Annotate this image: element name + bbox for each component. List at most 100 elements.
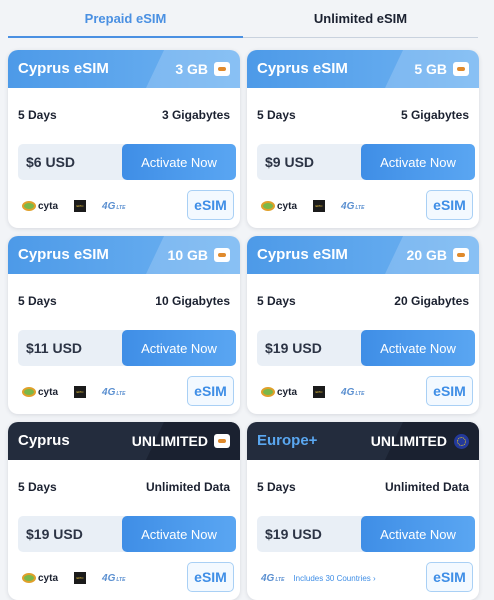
cyprus-flag-icon [453, 248, 469, 262]
plan-data-amount: 20 Gigabytes [394, 294, 469, 308]
4g-lte-logo: 4GLTE [341, 386, 365, 398]
price-box: $9 USD Activate Now [257, 144, 475, 180]
network-logos: cyta EPIC 4GLTE [261, 382, 364, 402]
plan-card: Cyprus eSIM 5 GB 5 Days 5 Gigabytes $9 U… [247, 50, 479, 228]
esim-badge: eSIM [426, 562, 473, 592]
plan-title: Cyprus [18, 432, 70, 449]
plan-size: UNLIMITED [131, 433, 208, 449]
cyprus-flag-icon [453, 62, 469, 76]
activate-now-button[interactable]: Activate Now [361, 330, 475, 366]
plan-size: UNLIMITED [370, 433, 447, 449]
plan-details: 5 Days 20 Gigabytes [257, 294, 469, 308]
plan-card: Cyprus eSIM 3 GB 5 Days 3 Gigabytes $6 U… [8, 50, 240, 228]
plan-duration: 5 Days [18, 108, 57, 122]
epic-logo: EPIC [313, 386, 326, 398]
plan-title: Cyprus eSIM [257, 246, 348, 263]
network-logos: cyta EPIC 4GLTE [261, 196, 364, 216]
plan-price: $19 USD [265, 526, 322, 542]
plan-details: 5 Days 3 Gigabytes [18, 108, 230, 122]
eu-flag-icon [454, 434, 469, 449]
plan-data-amount: 5 Gigabytes [400, 108, 469, 122]
epic-logo: EPIC [313, 200, 326, 212]
network-logos: cyta EPIC 4GLTE [22, 382, 125, 402]
plan-details: 5 Days 5 Gigabytes [257, 108, 469, 122]
plan-duration: 5 Days [257, 108, 296, 122]
4g-lte-logo: 4GLTE [102, 200, 126, 212]
price-box: $19 USD Activate Now [257, 516, 475, 552]
plan-data-amount: Unlimited Data [384, 480, 469, 494]
card-header: Cyprus eSIM 3 GB [8, 50, 240, 88]
plan-price: $9 USD [265, 154, 315, 170]
card-header: Cyprus UNLIMITED [8, 422, 240, 460]
price-box: $6 USD Activate Now [18, 144, 236, 180]
4g-lte-logo: 4GLTE [102, 572, 126, 584]
plan-title: Europe+ [257, 432, 318, 449]
cyta-logo: cyta [22, 201, 58, 212]
network-logos: cyta EPIC 4GLTE [22, 568, 125, 588]
plan-data-amount: 10 Gigabytes [155, 294, 230, 308]
network-logos: 4GLTE Includes 30 Countries › [261, 568, 376, 588]
plan-price: $11 USD [26, 340, 83, 356]
esim-badge: eSIM [426, 376, 473, 406]
plan-data-amount: 3 Gigabytes [161, 108, 230, 122]
cyta-logo: cyta [22, 573, 58, 584]
plan-data-amount: Unlimited Data [145, 480, 230, 494]
4g-lte-logo: 4GLTE [102, 386, 126, 398]
esim-badge: eSIM [187, 376, 234, 406]
plan-size: 20 GB [406, 247, 447, 263]
card-header: Europe+ UNLIMITED [247, 422, 479, 460]
plan-price: $19 USD [26, 526, 83, 542]
plan-details: 5 Days Unlimited Data [257, 480, 469, 494]
cyprus-flag-icon [214, 62, 230, 76]
esim-badge: eSIM [426, 190, 473, 220]
tab-unlimited-esim[interactable]: Unlimited eSIM [243, 0, 478, 38]
plan-title: Cyprus eSIM [18, 246, 109, 263]
plan-title: Cyprus eSIM [18, 60, 109, 77]
plan-card: Cyprus eSIM 20 GB 5 Days 20 Gigabytes $1… [247, 236, 479, 414]
network-logos: cyta EPIC 4GLTE [22, 196, 125, 216]
cyprus-flag-icon [214, 434, 230, 448]
plan-card: Cyprus eSIM 10 GB 5 Days 10 Gigabytes $1… [8, 236, 240, 414]
epic-logo: EPIC [74, 572, 87, 584]
plan-card: Europe+ UNLIMITED 5 Days Unlimited Data … [247, 422, 479, 600]
plan-details: 5 Days 10 Gigabytes [18, 294, 230, 308]
price-box: $11 USD Activate Now [18, 330, 236, 366]
card-header: Cyprus eSIM 5 GB [247, 50, 479, 88]
plan-price: $6 USD [26, 154, 76, 170]
plan-duration: 5 Days [257, 480, 296, 494]
cyta-logo: cyta [22, 387, 58, 398]
plan-size: 10 GB [167, 247, 208, 263]
plan-card: Cyprus UNLIMITED 5 Days Unlimited Data $… [8, 422, 240, 600]
4g-lte-logo: 4GLTE [341, 200, 365, 212]
cyta-logo-text: cyta [277, 200, 298, 212]
includes-countries-link[interactable]: Includes 30 Countries › [293, 574, 375, 583]
activate-now-button[interactable]: Activate Now [122, 330, 236, 366]
card-header: Cyprus eSIM 20 GB [247, 236, 479, 274]
cyprus-flag-icon [214, 248, 230, 262]
plan-price: $19 USD [265, 340, 322, 356]
epic-logo: EPIC [74, 386, 87, 398]
esim-badge: eSIM [187, 190, 234, 220]
plan-size: 3 GB [175, 61, 208, 77]
activate-now-button[interactable]: Activate Now [361, 144, 475, 180]
cyta-logo-text: cyta [38, 386, 59, 398]
activate-now-button[interactable]: Activate Now [122, 516, 236, 552]
plan-title: Cyprus eSIM [257, 60, 348, 77]
price-box: $19 USD Activate Now [18, 516, 236, 552]
plan-details: 5 Days Unlimited Data [18, 480, 230, 494]
cyta-logo-text: cyta [38, 572, 59, 584]
esim-badge: eSIM [187, 562, 234, 592]
cyta-logo: cyta [261, 201, 297, 212]
activate-now-button[interactable]: Activate Now [361, 516, 475, 552]
price-box: $19 USD Activate Now [257, 330, 475, 366]
cyta-logo-text: cyta [277, 386, 298, 398]
cyta-logo: cyta [261, 387, 297, 398]
plan-duration: 5 Days [18, 480, 57, 494]
plan-size: 5 GB [414, 61, 447, 77]
card-header: Cyprus eSIM 10 GB [8, 236, 240, 274]
plan-duration: 5 Days [257, 294, 296, 308]
activate-now-button[interactable]: Activate Now [122, 144, 236, 180]
tab-prepaid-esim[interactable]: Prepaid eSIM [8, 0, 243, 38]
4g-lte-logo: 4GLTE [261, 572, 285, 584]
plan-duration: 5 Days [18, 294, 57, 308]
